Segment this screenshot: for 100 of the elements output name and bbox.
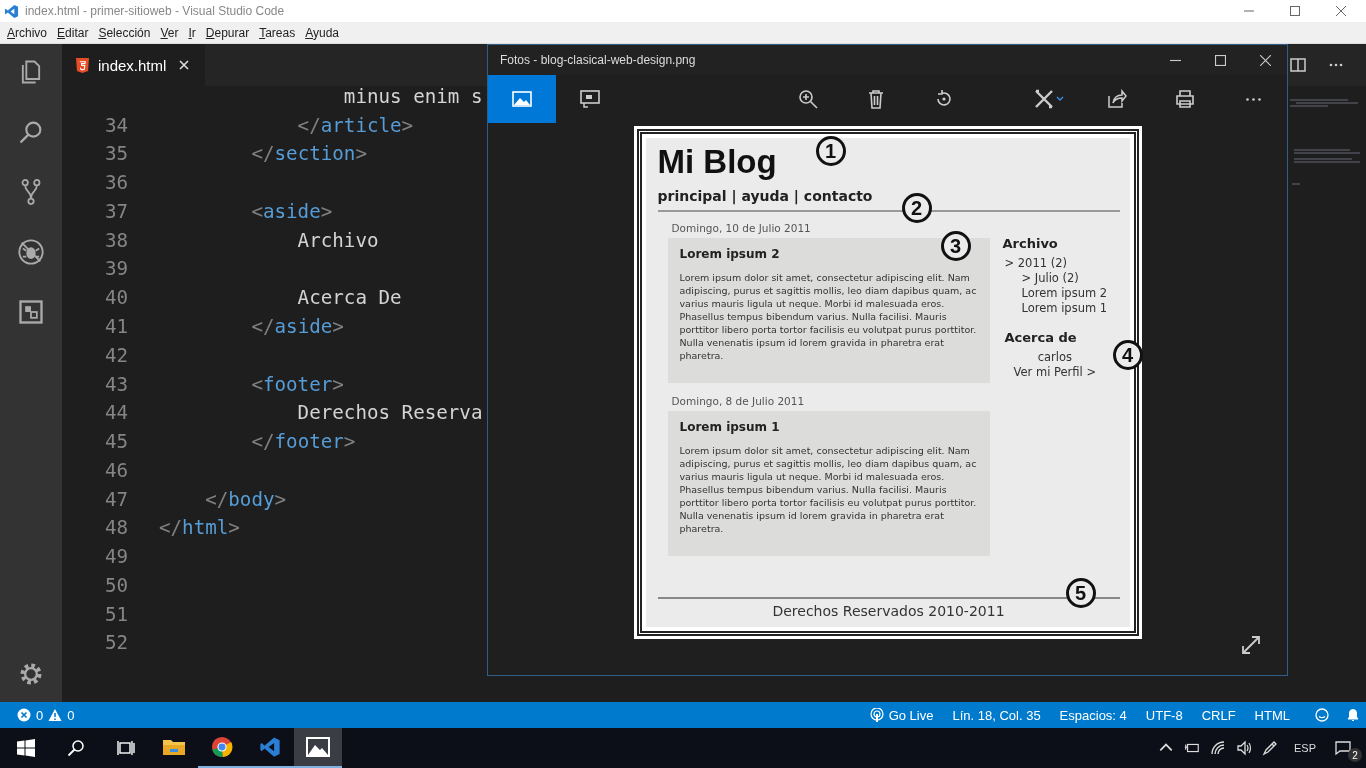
status-item[interactable]: HTML	[1254, 707, 1290, 723]
archive-item: Lorem ipsum 2	[1020, 286, 1108, 301]
line-number: 45	[104, 430, 128, 454]
code-line: </section>	[250, 142, 367, 166]
window-title: index.html - primer-sitioweb - Visual Studio Code	[25, 4, 285, 18]
code-editor-icon	[258, 736, 282, 758]
line-number: 51	[104, 602, 128, 626]
windows-start-icon[interactable]	[17, 739, 35, 757]
status-item[interactable]: Go Live	[888, 707, 934, 723]
browser-icon	[210, 736, 234, 758]
code-line: <footer>	[250, 372, 344, 396]
archive-item: Lorem ipsum 1	[1020, 301, 1108, 316]
notification-button[interactable]: 2	[1330, 728, 1366, 768]
line-number: 42	[104, 343, 128, 367]
picture-button[interactable]	[488, 75, 556, 123]
notification-count: 2	[1348, 748, 1362, 762]
code-line: Acerca De	[296, 286, 402, 310]
menu-item[interactable]: Ver	[160, 25, 179, 40]
fullscreen-icon[interactable]	[1241, 635, 1261, 655]
line-number: 38	[104, 228, 128, 252]
message-icon	[1335, 740, 1351, 756]
status-item[interactable]: Lín. 18, Col. 35	[952, 707, 1041, 723]
post-body: Lorem ipsum dolor sit amet, consectetur adipiscing elit. Nam adipiscing, purus et sagittis mollis, leo diam dapibus quam, ac varius mauris ligula ut neque. Morbi id malesuada eros. Phasellus tempus bibendum varius. Nulla facilisi. Mauris porttitor libero porta tortor facilisis eu volutpat purus porttitor. Nulla venenatis ipsum id lorem gravida in pharetra erat pharetra.	[679, 444, 978, 535]
photos-app-button[interactable]	[294, 728, 342, 768]
tab-label: index.html	[98, 56, 167, 74]
slideshow-icon	[580, 89, 600, 109]
code-line: Derechos Reserva	[296, 401, 483, 425]
line-number: 43	[104, 372, 128, 396]
line-number: 48	[104, 516, 128, 540]
post-date: Domingo, 8 de Julio 2011	[671, 395, 806, 409]
code-line: </article>	[296, 113, 414, 137]
broadcast-icon	[869, 708, 884, 722]
speaker-icon[interactable]	[1236, 740, 1252, 756]
pen-icon[interactable]	[1262, 740, 1278, 756]
line-number: 34	[104, 113, 128, 137]
edit-icon	[1034, 89, 1064, 109]
warning-count[interactable]: 0	[67, 707, 75, 723]
line-number: 36	[104, 171, 128, 195]
language-indicator[interactable]: ESP	[1294, 742, 1316, 754]
task-view-icon[interactable]	[117, 739, 135, 757]
editor-tab[interactable]: index.html	[62, 44, 205, 86]
menu-item[interactable]: Selección	[98, 25, 151, 40]
status-item[interactable]: UTF-8	[1145, 707, 1183, 723]
menu-item[interactable]: Depurar	[205, 25, 250, 40]
photos-window-title: Fotos - blog-clasical-web-design.png	[500, 53, 696, 67]
line-number: 49	[104, 545, 128, 569]
maximize-icon[interactable]	[1290, 6, 1300, 16]
printer-icon	[1175, 89, 1195, 109]
close-icon[interactable]	[1336, 6, 1346, 16]
smiley-icon[interactable]	[1315, 708, 1329, 722]
image-icon	[306, 736, 330, 758]
error-count[interactable]: 0	[36, 707, 44, 723]
post-date: Domingo, 10 de Julio 2011	[671, 222, 812, 236]
bug-icon[interactable]	[17, 238, 45, 266]
line-number: 40	[104, 286, 128, 310]
error-icon	[17, 708, 31, 722]
wifi-icon[interactable]	[1210, 740, 1226, 756]
line-number: 37	[104, 199, 128, 223]
archive-heading: Archivo	[1002, 236, 1059, 251]
extensions-icon[interactable]	[17, 298, 45, 326]
post-title: Lorem ipsum 2	[679, 247, 781, 261]
more-icon	[1245, 97, 1261, 101]
warning-icon	[48, 708, 63, 722]
status-item[interactable]: CRLF	[1201, 707, 1236, 723]
line-number: 46	[104, 458, 128, 482]
image-icon	[512, 89, 532, 109]
line-number: 44	[104, 401, 128, 425]
post-body: Lorem ipsum dolor sit amet, consectetur adipiscing elit. Nam adipiscing, purus et sagittis mollis, leo diam dapibus quam, ac varius mauris ligula ut neque. Morbi id malesuada eros. Phasellus tempus bibendum varius. Nulla facilisi. Mauris porttitor libero porta tortor facilisis eu volutpat purus porttitor. Nulla venenatis ipsum id lorem gravida in pharetra erat pharetra.	[679, 271, 978, 362]
code-line: </aside>	[250, 315, 344, 338]
status-item[interactable]: Espacios: 4	[1059, 707, 1127, 723]
html5-icon	[76, 57, 89, 73]
line-number: 47	[104, 487, 128, 511]
code-line: </footer>	[250, 430, 356, 454]
search-icon[interactable]	[67, 739, 85, 757]
menu-item[interactable]: Ir	[188, 25, 196, 40]
bell-icon[interactable]	[1346, 708, 1360, 722]
zoom-in-icon	[797, 89, 818, 109]
code-line: </html>	[159, 516, 240, 540]
about-heading: Acerca de	[1004, 330, 1078, 345]
archive-item: > 2011 (2)	[1003, 256, 1068, 271]
share-icon	[1107, 89, 1127, 109]
line-number: 39	[104, 257, 128, 281]
code-line: Archivo	[296, 228, 379, 252]
menu-item[interactable]: Editar	[57, 25, 89, 40]
callout-number: 2	[901, 193, 932, 223]
line-number: 52	[104, 631, 128, 655]
menu-item[interactable]: Tareas	[259, 25, 296, 40]
line-number: 35	[104, 142, 128, 166]
code-line: <aside>	[250, 199, 333, 223]
blog-title: Mi Blog	[657, 142, 777, 182]
line-number: 41	[104, 315, 128, 338]
author-name: carlos	[1036, 350, 1073, 365]
menu-item[interactable]: Archivo	[7, 25, 48, 40]
post-title: Lorem ipsum 1	[679, 420, 781, 434]
split-editor-icon[interactable]	[1290, 57, 1306, 73]
callout-number: 4	[1112, 340, 1143, 370]
callout-number: 1	[815, 136, 846, 166]
line-number: 50	[104, 573, 128, 597]
menu-item[interactable]: Ayuda	[305, 25, 339, 40]
archive-item: > Julio (2)	[1020, 271, 1080, 286]
